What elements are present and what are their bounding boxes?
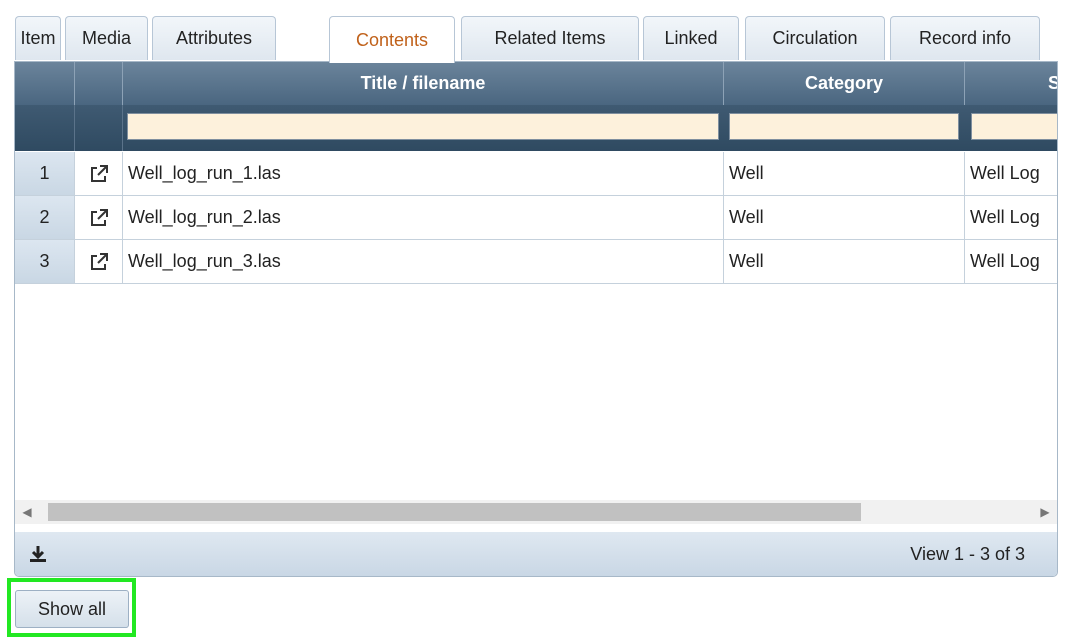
tab-label: Circulation xyxy=(772,28,858,48)
table-row[interactable]: 3 Well_log_run_3.las Well Well Log xyxy=(15,240,1057,284)
column-header-title[interactable]: Title / filename xyxy=(123,62,724,105)
grid-pager: View 1 - 3 of 3 xyxy=(15,532,1057,576)
tab-label: Record info xyxy=(918,28,1012,48)
cell-category: Well xyxy=(724,196,965,239)
scrollbar-thumb[interactable] xyxy=(48,503,861,521)
tab-attributes[interactable]: Attributes xyxy=(152,16,276,60)
row-number: 3 xyxy=(15,240,75,283)
contents-grid: Title / filename Category S 1 Well_log_r… xyxy=(14,61,1058,577)
show-all-button[interactable]: Show all xyxy=(15,590,129,628)
filter-cell-empty xyxy=(75,105,123,151)
cell-s: Well Log xyxy=(970,207,1040,227)
filter-toolbar xyxy=(15,105,1057,151)
column-header-s[interactable]: S xyxy=(965,62,1057,105)
scroll-right-arrow-icon[interactable]: ▶ xyxy=(1033,500,1057,524)
table-row[interactable]: 1 Well_log_run_1.las Well Well Log xyxy=(15,152,1057,196)
tab-label: Attributes xyxy=(175,28,253,48)
filter-category-input[interactable] xyxy=(729,113,959,140)
tab-media[interactable]: Media xyxy=(65,16,148,60)
column-header-label: Title / filename xyxy=(360,73,486,93)
row-number: 1 xyxy=(15,152,75,195)
filter-s-input[interactable] xyxy=(971,113,1057,140)
scroll-left-arrow-icon[interactable]: ◀ xyxy=(15,500,39,524)
cell-category: Well xyxy=(724,152,965,195)
filter-title-input[interactable] xyxy=(127,113,719,140)
tab-label: Media xyxy=(81,28,132,48)
filter-cell-empty xyxy=(15,105,75,151)
cell-category: Well xyxy=(724,240,965,283)
tab-label: Item xyxy=(20,28,56,48)
tab-related-items[interactable]: Related Items xyxy=(461,16,639,60)
tab-label: Linked xyxy=(664,28,718,48)
tab-circulation[interactable]: Circulation xyxy=(745,16,885,60)
pager-view-text: View 1 - 3 of 3 xyxy=(910,543,1025,564)
external-link-icon[interactable] xyxy=(75,196,123,239)
cell-title: Well_log_run_1.las xyxy=(123,152,724,195)
tab-item[interactable]: Item xyxy=(15,16,61,60)
row-number-header xyxy=(15,62,75,105)
column-header-label: S xyxy=(1048,73,1057,94)
tab-label: Contents xyxy=(355,29,429,50)
download-icon[interactable] xyxy=(28,542,48,566)
horizontal-scrollbar[interactable]: ◀ ▶ xyxy=(15,500,1057,524)
link-column-header xyxy=(75,62,123,105)
external-link-icon[interactable] xyxy=(75,152,123,195)
cell-title: Well_log_run_3.las xyxy=(123,240,724,283)
column-header-label: Category xyxy=(804,73,884,93)
tab-label: Related Items xyxy=(494,28,606,48)
tab-record-info[interactable]: Record info xyxy=(890,16,1040,60)
grid-header: Title / filename Category S xyxy=(15,62,1057,105)
cell-s: Well Log xyxy=(970,163,1040,183)
column-header-category[interactable]: Category xyxy=(724,62,965,105)
external-link-icon[interactable] xyxy=(75,240,123,283)
tab-linked[interactable]: Linked xyxy=(643,16,739,60)
tab-contents[interactable]: Contents xyxy=(329,16,455,63)
cell-title: Well_log_run_2.las xyxy=(123,196,724,239)
table-row[interactable]: 2 Well_log_run_2.las Well Well Log xyxy=(15,196,1057,240)
row-number: 2 xyxy=(15,196,75,239)
cell-s: Well Log xyxy=(970,251,1040,271)
